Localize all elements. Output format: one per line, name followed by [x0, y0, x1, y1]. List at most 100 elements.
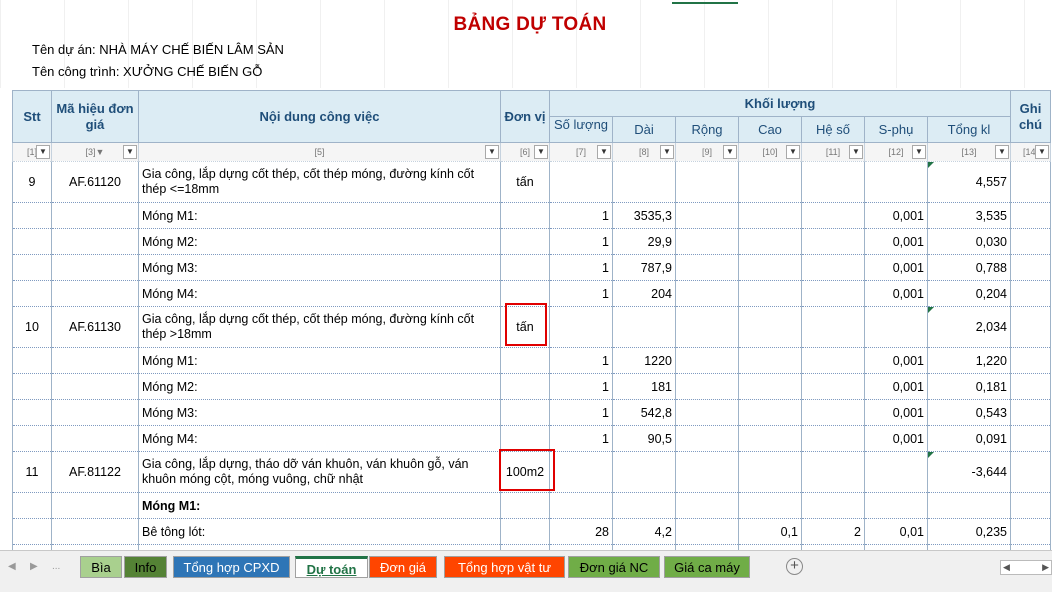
- coef-cell[interactable]: [801, 228, 865, 255]
- note-cell[interactable]: [1010, 492, 1051, 519]
- len-cell[interactable]: [612, 451, 676, 493]
- coef-cell[interactable]: [801, 202, 865, 229]
- total-cell[interactable]: -3,644: [927, 451, 1011, 493]
- sheet-tab[interactable]: Đơn giá NC: [568, 556, 660, 578]
- height-cell[interactable]: [738, 451, 802, 493]
- coef-cell[interactable]: [801, 425, 865, 452]
- filter-dropdown-icon[interactable]: ▼: [786, 145, 800, 159]
- sphu-cell[interactable]: 0,001: [864, 228, 928, 255]
- code-cell[interactable]: [51, 373, 139, 400]
- total-cell[interactable]: 0,030: [927, 228, 1011, 255]
- qty-cell[interactable]: 1: [549, 254, 613, 281]
- qty-cell[interactable]: 1: [549, 228, 613, 255]
- sphu-cell[interactable]: 0,001: [864, 280, 928, 307]
- unit-cell[interactable]: [500, 347, 550, 374]
- note-cell[interactable]: [1010, 451, 1051, 493]
- height-cell[interactable]: [738, 399, 802, 426]
- width-cell[interactable]: [675, 202, 739, 229]
- qty-cell[interactable]: [549, 306, 613, 348]
- stt-cell[interactable]: 10: [12, 306, 52, 348]
- desc-cell[interactable]: Móng M1:: [138, 492, 501, 519]
- scroll-right-icon[interactable]: ▶: [1042, 561, 1049, 574]
- desc-cell[interactable]: Gia công, lắp dựng cốt thép, cốt thép mó…: [138, 161, 501, 203]
- width-cell[interactable]: [675, 425, 739, 452]
- len-cell[interactable]: 787,9: [612, 254, 676, 281]
- height-cell[interactable]: [738, 161, 802, 203]
- code-cell[interactable]: [51, 280, 139, 307]
- stt-cell[interactable]: 11: [12, 451, 52, 493]
- width-cell[interactable]: [675, 373, 739, 400]
- height-cell[interactable]: [738, 228, 802, 255]
- stt-cell[interactable]: [12, 280, 52, 307]
- width-cell[interactable]: [675, 347, 739, 374]
- sheet-tab[interactable]: Giá ca máy: [664, 556, 750, 578]
- note-cell[interactable]: [1010, 306, 1051, 348]
- desc-cell[interactable]: Móng M3:: [138, 399, 501, 426]
- height-cell[interactable]: [738, 254, 802, 281]
- sheet-tab[interactable]: Dự toán: [295, 556, 368, 578]
- len-cell[interactable]: 90,5: [612, 425, 676, 452]
- stt-cell[interactable]: [12, 347, 52, 374]
- qty-cell[interactable]: [549, 161, 613, 203]
- stt-cell[interactable]: [12, 254, 52, 281]
- sphu-cell[interactable]: [864, 492, 928, 519]
- width-cell[interactable]: [675, 518, 739, 545]
- desc-cell[interactable]: Móng M4:: [138, 425, 501, 452]
- code-cell[interactable]: AF.81122: [51, 451, 139, 493]
- sphu-cell[interactable]: 0,001: [864, 373, 928, 400]
- coef-cell[interactable]: [801, 492, 865, 519]
- unit-cell[interactable]: [500, 373, 550, 400]
- filter-dropdown-icon[interactable]: ▼: [660, 145, 674, 159]
- filter-dropdown-icon[interactable]: ▼: [123, 145, 137, 159]
- note-cell[interactable]: [1010, 425, 1051, 452]
- unit-cell[interactable]: [500, 518, 550, 545]
- note-cell[interactable]: [1010, 202, 1051, 229]
- len-cell[interactable]: 204: [612, 280, 676, 307]
- height-cell[interactable]: [738, 347, 802, 374]
- sheet-tab[interactable]: Tổng hợp CPXD: [173, 556, 290, 578]
- filter-dropdown-icon[interactable]: ▼: [995, 145, 1009, 159]
- total-cell[interactable]: [927, 492, 1011, 519]
- width-cell[interactable]: [675, 306, 739, 348]
- sphu-cell[interactable]: [864, 306, 928, 348]
- note-cell[interactable]: [1010, 373, 1051, 400]
- horizontal-scrollbar[interactable]: ◀ ▶: [1000, 560, 1052, 575]
- total-cell[interactable]: 4,557: [927, 161, 1011, 203]
- coef-cell[interactable]: [801, 306, 865, 348]
- coef-cell[interactable]: [801, 451, 865, 493]
- desc-cell[interactable]: Móng M3:: [138, 254, 501, 281]
- unit-cell[interactable]: [500, 425, 550, 452]
- len-cell[interactable]: 1220: [612, 347, 676, 374]
- total-cell[interactable]: 0,091: [927, 425, 1011, 452]
- note-cell[interactable]: [1010, 399, 1051, 426]
- filter-dropdown-icon[interactable]: ▼: [36, 145, 50, 159]
- desc-cell[interactable]: Móng M2:: [138, 373, 501, 400]
- filter-dropdown-icon[interactable]: ▼: [849, 145, 863, 159]
- sphu-cell[interactable]: 0,001: [864, 399, 928, 426]
- filter-dropdown-icon[interactable]: ▼: [723, 145, 737, 159]
- height-cell[interactable]: 0,1: [738, 518, 802, 545]
- coef-cell[interactable]: 2: [801, 518, 865, 545]
- unit-cell[interactable]: [500, 228, 550, 255]
- tab-more-icon[interactable]: ...: [52, 561, 60, 572]
- width-cell[interactable]: [675, 254, 739, 281]
- code-cell[interactable]: [51, 228, 139, 255]
- sphu-cell[interactable]: 0,01: [864, 518, 928, 545]
- code-cell[interactable]: AF.61120: [51, 161, 139, 203]
- sphu-cell[interactable]: 0,001: [864, 202, 928, 229]
- note-cell[interactable]: [1010, 518, 1051, 545]
- note-cell[interactable]: [1010, 254, 1051, 281]
- stt-cell[interactable]: [12, 373, 52, 400]
- total-cell[interactable]: 0,235: [927, 518, 1011, 545]
- code-cell[interactable]: [51, 518, 139, 545]
- coef-cell[interactable]: [801, 347, 865, 374]
- code-cell[interactable]: [51, 254, 139, 281]
- filter-dropdown-icon[interactable]: ▼: [597, 145, 611, 159]
- add-sheet-icon[interactable]: +: [786, 558, 803, 575]
- width-cell[interactable]: [675, 280, 739, 307]
- sphu-cell[interactable]: [864, 161, 928, 203]
- desc-cell[interactable]: Gia công, lắp dựng, tháo dỡ ván khuôn, v…: [138, 451, 501, 493]
- qty-cell[interactable]: [549, 492, 613, 519]
- height-cell[interactable]: [738, 202, 802, 229]
- stt-cell[interactable]: [12, 202, 52, 229]
